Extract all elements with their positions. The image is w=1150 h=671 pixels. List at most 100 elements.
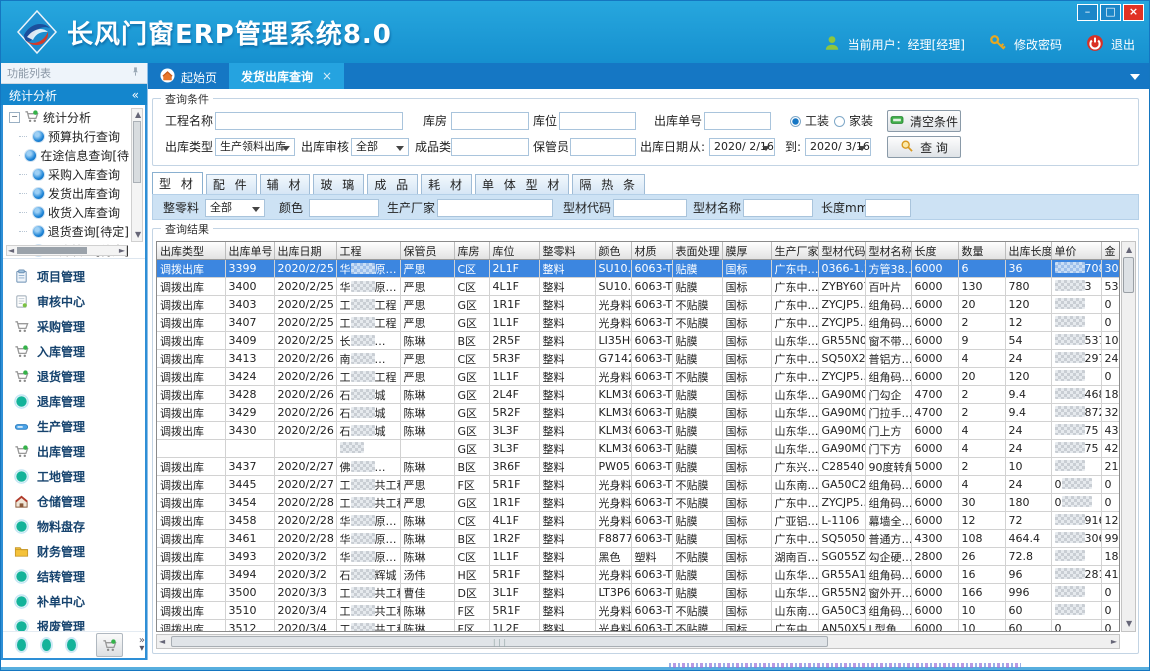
column-header[interactable]: 颜色	[595, 242, 631, 260]
sidebar-item-仓储管理[interactable]: 仓储管理	[3, 489, 145, 514]
tree-item[interactable]: 在途信息查询[待	[9, 146, 129, 165]
maximize-button[interactable]: □	[1100, 4, 1121, 21]
whole-part-combo[interactable]: 全部	[205, 199, 265, 217]
material-tab-成品[interactable]: 成 品	[367, 174, 418, 194]
module-dot-icon[interactable]	[17, 639, 26, 651]
column-header[interactable]: 材质	[631, 242, 672, 260]
module-dot-icon[interactable]	[42, 639, 51, 651]
module-dot-icon[interactable]	[67, 639, 76, 651]
profile-name-input[interactable]	[743, 199, 813, 217]
change-password-link[interactable]: 修改密码	[1014, 36, 1062, 53]
table-horizontal-scrollbar[interactable]: ◄ ►	[156, 634, 1120, 649]
tab-home[interactable]: 起始页	[148, 65, 229, 89]
keeper-input[interactable]	[570, 138, 636, 156]
radio-gongzhuang[interactable]: 工装	[790, 112, 829, 130]
tab-list-dropdown-icon[interactable]	[1130, 74, 1140, 80]
table-row[interactable]: 调拨出库35122020/3/4工共工程陈琳F区1L2F整料光身料6063-T5…	[157, 620, 1120, 633]
sidebar-item-项目管理[interactable]: 项目管理	[3, 264, 145, 289]
material-tab-玻璃[interactable]: 玻 璃	[313, 174, 364, 194]
column-header[interactable]: 金	[1101, 242, 1120, 260]
table-vertical-scrollbar[interactable]: ▲ ▼	[1121, 241, 1136, 632]
column-header[interactable]: 单价	[1051, 242, 1101, 260]
tree-item[interactable]: 预算执行查询	[9, 127, 129, 146]
column-header[interactable]: 库位	[489, 242, 539, 260]
column-header[interactable]: 长度	[911, 242, 958, 260]
project-name-input[interactable]	[215, 112, 403, 130]
table-row[interactable]: 调拨出库34302020/2/26石城陈琳G区3L3F整料KLM38176063…	[157, 422, 1120, 440]
date-from-picker[interactable]: 2020/ 2/16	[709, 138, 775, 156]
table-row[interactable]: 调拨出库34282020/2/26石城陈琳G区2L4F整料KLM38176063…	[157, 386, 1120, 404]
material-tab-型材[interactable]: 型 材	[152, 172, 203, 194]
results-table[interactable]: 出库类型出库单号出库日期工程保管员库房库位整零料颜色材质表面处理膜厚生产厂家型材…	[157, 242, 1120, 632]
color-input[interactable]	[309, 199, 379, 217]
table-row[interactable]: 调拨出库35002020/3/3工共工程曹佳D区3L1F整料LT3P606063…	[157, 584, 1120, 602]
tree-item[interactable]: 采购入库查询	[9, 165, 129, 184]
column-header[interactable]: 型材名称	[865, 242, 911, 260]
table-row[interactable]: 调拨出库34292020/2/26石城陈琳G区5R2F整料KLM38176063…	[157, 404, 1120, 422]
logout-link[interactable]: 退出	[1111, 36, 1135, 53]
table-row[interactable]: 调拨出库34242020/2/26工工程严思G区1L1F整料光身料6063-T5…	[157, 368, 1120, 386]
group-header[interactable]: 统计分析 «	[1, 84, 147, 106]
sidebar-item-补单中心[interactable]: 补单中心	[3, 589, 145, 614]
sidebar-item-结转管理[interactable]: 结转管理	[3, 564, 145, 589]
tree-item[interactable]: 收货入库查询	[9, 203, 129, 222]
material-tab-单体型材[interactable]: 单 体 型 材	[475, 174, 569, 194]
table-row[interactable]: 调拨出库34582020/2/28华原…陈琳C区4L1F整料光身料6063-T5…	[157, 512, 1120, 530]
clear-conditions-button[interactable]: 清空条件	[887, 110, 961, 132]
sidebar-item-退库管理[interactable]: 退库管理	[3, 389, 145, 414]
sidebar-item-采购管理[interactable]: 采购管理	[3, 314, 145, 339]
table-row[interactable]: 调拨出库34072020/2/25工工程严思G区1L1F整料光身料6063-T5…	[157, 314, 1120, 332]
table-row[interactable]: 调拨出库34452020/2/27工共工程严思F区5R1F整料光身料6063-T…	[157, 476, 1120, 494]
product-type-input[interactable]	[451, 138, 529, 156]
sidebar-item-入库管理[interactable]: 入库管理	[3, 339, 145, 364]
table-row[interactable]: 调拨出库34092020/2/25长…陈琳B区2R5F整料LI35HO6063-…	[157, 332, 1120, 350]
module-cart-button[interactable]	[96, 633, 123, 657]
tab-shipment-query[interactable]: 发货出库查询 ×	[229, 63, 344, 89]
tree-item[interactable]: 发货出库查询	[9, 184, 129, 203]
table-row[interactable]: 调拨出库34132020/2/26南…严思C区5R3F整料G714226063-…	[157, 350, 1120, 368]
table-row[interactable]: 调拨出库34612020/2/28华原…陈琳B区1R2F整料F8877FT606…	[157, 530, 1120, 548]
vendor-input[interactable]	[437, 199, 553, 217]
date-to-picker[interactable]: 2020/ 3/16	[805, 138, 871, 156]
length-input[interactable]	[865, 199, 911, 217]
material-tab-隔热条[interactable]: 隔 热 条	[572, 174, 645, 194]
table-row[interactable]: 调拨出库34542020/2/28工共工程严思G区1R1F整料光身料6063-T…	[157, 494, 1120, 512]
sidebar-item-退货管理[interactable]: 退货管理	[3, 364, 145, 389]
column-header[interactable]: 型材代码	[818, 242, 865, 260]
search-button[interactable]: 查 询	[887, 136, 961, 158]
column-header[interactable]: 出库长度	[1005, 242, 1051, 260]
column-header[interactable]: 表面处理	[672, 242, 722, 260]
column-header[interactable]: 整零料	[539, 242, 595, 260]
table-row[interactable]: G区3L3F整料KLM38176063-T5贴膜国标山东华…GA90M09.门下…	[157, 440, 1120, 458]
profile-code-input[interactable]	[613, 199, 687, 217]
column-header[interactable]: 出库单号	[225, 242, 274, 260]
column-header[interactable]: 数量	[958, 242, 1005, 260]
table-row[interactable]: 调拨出库34932020/3/2华原…陈琳C区1L1F整料黑色塑料不贴膜国标湖南…	[157, 548, 1120, 566]
table-row[interactable]: 调拨出库34032020/2/25工工程严思G区1R1F整料光身料6063-T5…	[157, 296, 1120, 314]
sidebar-item-报废管理[interactable]: 报废管理	[3, 614, 145, 631]
tab-close-icon[interactable]: ×	[322, 69, 332, 83]
tree-vertical-scrollbar[interactable]: ▲ ▼	[131, 108, 143, 242]
tree-item[interactable]: 退货查询[待定]	[9, 222, 129, 241]
table-row[interactable]: 调拨出库34942020/3/2石辉城汤伟H区5R1F整料光身料6063-T5贴…	[157, 566, 1120, 584]
sidebar-item-生产管理[interactable]: 生产管理	[3, 414, 145, 439]
table-row[interactable]: 调拨出库35102020/3/4工共工程陈琳F区5R1F整料光身料6063-T5…	[157, 602, 1120, 620]
tree-root[interactable]: − 统计分析	[9, 108, 129, 127]
column-header[interactable]: 膜厚	[722, 242, 771, 260]
table-row[interactable]: 调拨出库33992020/2/25华原…严思C区2L1F整料SU10…6063-…	[157, 260, 1120, 278]
material-tab-配件[interactable]: 配 件	[206, 174, 257, 194]
close-button[interactable]: ×	[1123, 4, 1144, 21]
tree-horizontal-scrollbar[interactable]: ◄ ►	[6, 245, 127, 256]
minimize-button[interactable]: –	[1077, 4, 1098, 21]
sidebar-item-物料盘存[interactable]: 物料盘存	[3, 514, 145, 539]
column-header[interactable]: 工程	[336, 242, 400, 260]
more-modules-icon[interactable]: »▾	[139, 637, 145, 653]
out-type-combo[interactable]: 生产领料出库	[215, 138, 295, 156]
sidebar-item-财务管理[interactable]: 财务管理	[3, 539, 145, 564]
sidebar-item-出库管理[interactable]: 出库管理	[3, 439, 145, 464]
column-header[interactable]: 出库日期	[274, 242, 336, 260]
collapse-icon[interactable]: «	[132, 88, 139, 102]
sidebar-item-审核中心[interactable]: 审核中心	[3, 289, 145, 314]
warehouse-input[interactable]	[451, 112, 529, 130]
radio-jiazhuang[interactable]: 家装	[834, 112, 873, 130]
